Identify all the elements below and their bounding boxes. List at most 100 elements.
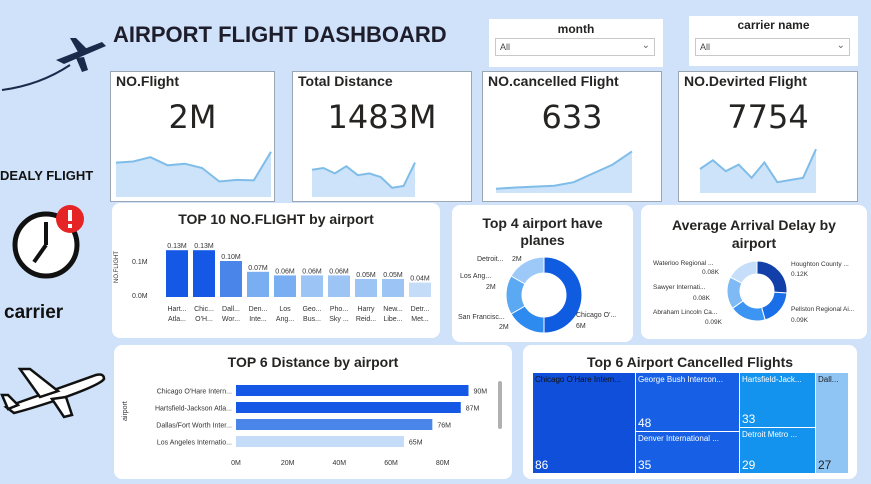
x-tick-label: 40M <box>333 460 347 467</box>
treemap-value: 33 <box>742 412 756 426</box>
treemap-label: Chicago O'Hare Intern... <box>535 375 622 384</box>
donut-slice <box>760 291 788 321</box>
donut-value: 0.08K <box>702 269 719 276</box>
bar <box>328 275 350 297</box>
sparkline-area <box>116 151 271 197</box>
bar-plot-area: 0.13M Hart... Atla... 0.13M Chic... O'H... 0.1… <box>164 233 434 329</box>
donut-value: 6M <box>576 323 586 330</box>
plane-logo-icon <box>0 30 110 95</box>
avg-delay-card: Average Arrival Delay by airport Waterlo… <box>641 205 867 339</box>
kpi-value: 633 <box>541 98 603 136</box>
x-tick-label: Harry <box>357 306 375 313</box>
donut-label: Los Ang... <box>460 273 492 280</box>
bar <box>301 275 323 297</box>
x-tick-label: New... <box>383 306 403 313</box>
treemap-value: 29 <box>742 458 756 472</box>
bar-data-label: 0.07M <box>248 265 268 272</box>
donut-label: Sawyer Internati... <box>653 284 706 291</box>
y-tick-label: Hartsfield-Jackson Atla... <box>155 406 232 413</box>
donut-slice <box>543 256 583 334</box>
top6-distance-card: TOP 6 Distance by airport airport Chicag… <box>114 345 512 479</box>
donut-value: 0.09K <box>705 319 722 326</box>
bar-data-label: 76M <box>437 423 451 430</box>
treemap-label: Hartsfield-Jack... <box>742 375 802 384</box>
month-slicer-label: month <box>557 22 595 36</box>
top10-flights-card: TOP 10 NO.FLIGHT by airport NO.FLIGHT 0.… <box>112 203 440 338</box>
bar <box>166 250 188 297</box>
treemap-value: 35 <box>638 458 652 472</box>
delay-flight-label: DEALY FLIGHT <box>0 168 94 183</box>
donut-label: Detroit... <box>477 256 504 263</box>
chevron-down-icon: ⌄ <box>641 40 650 51</box>
y-tick-label: Chicago O'Hare Intern... <box>157 389 232 396</box>
carrier-slicer[interactable]: carrier name All ⌄ <box>689 16 858 66</box>
x-tick-label: Sky ... <box>329 316 349 323</box>
chart-title: TOP 10 NO.FLIGHT by airport <box>178 211 374 227</box>
bar-data-label: 0.04M <box>410 276 430 283</box>
chart-title: Top 6 Airport Cancelled Flights <box>586 354 794 370</box>
x-tick-label: O'H... <box>195 316 213 323</box>
scrollbar[interactable] <box>498 381 502 429</box>
x-tick-label: Atla... <box>168 316 186 323</box>
bar <box>193 250 215 297</box>
bar-data-label: 0.13M <box>194 243 214 250</box>
treemap-cell[interactable]: Chicago O'Hare Intern... 86 <box>533 373 635 473</box>
chart-title: TOP 6 Distance by airport <box>227 354 399 370</box>
kpi-card-distance: Total Distance 1483M <box>292 71 472 202</box>
bar <box>236 419 433 430</box>
donut-slice <box>756 260 788 294</box>
x-tick-label: Bus... <box>303 316 321 323</box>
y-tick: 0.1M <box>132 259 148 266</box>
donut-value: 0.08K <box>693 295 710 302</box>
bar-data-label: 90M <box>474 389 488 396</box>
x-tick-label: 80M <box>436 460 450 467</box>
donut-label: Abraham Lincoln Ca... <box>653 309 718 316</box>
x-tick-label: Dall... <box>222 306 240 313</box>
treemap-label: Detroit Metro ... <box>742 430 798 439</box>
bar-data-label: 0.05M <box>383 272 403 279</box>
kpi-sparkline <box>311 162 416 197</box>
treemap-cell[interactable]: Dall... 27 <box>816 373 848 473</box>
donut-label: Chicago O'... <box>576 312 617 319</box>
bar-data-label: 0.05M <box>356 272 376 279</box>
y-tick: 0.0M <box>132 293 148 300</box>
treemap-cell[interactable]: Denver International ... 35 <box>636 432 739 473</box>
x-tick-label: 0M <box>231 460 241 467</box>
bar-data-label: 87M <box>466 406 480 413</box>
bar-data-label: 0.06M <box>329 268 349 275</box>
kpi-card-cancelled: NO.cancelled Flight 633 <box>482 71 662 202</box>
airplane-icon <box>0 365 108 420</box>
bar <box>236 402 461 413</box>
y-tick-label: Los Angeles Internatio... <box>157 440 232 447</box>
bar-data-label: 0.06M <box>275 268 295 275</box>
treemap-cell[interactable]: George Bush Intercon... 48 <box>636 373 739 431</box>
sparkline-area <box>312 162 415 197</box>
donut-chart <box>505 256 583 334</box>
chart-title: Average Arrival Delay by airport <box>672 217 836 251</box>
carrier-slicer-label: carrier name <box>737 18 810 32</box>
donut-label: Pellston Regional Ai... <box>791 306 855 313</box>
month-slicer[interactable]: month All ⌄ <box>489 19 663 67</box>
bar-data-label: 65M <box>409 440 423 447</box>
treemap-cell[interactable]: Detroit Metro ... 29 <box>740 428 815 473</box>
kpi-value: 7754 <box>727 98 809 136</box>
bar-data-label: 0.13M <box>167 243 187 250</box>
month-select[interactable]: All ⌄ <box>495 38 655 56</box>
treemap-value: 27 <box>818 458 832 472</box>
chart-title: Top 4 airport have planes <box>482 215 603 248</box>
donut-label: Waterloo Regional ... <box>653 260 714 267</box>
treemap-value: 86 <box>535 458 549 472</box>
x-tick-label: Ang... <box>276 316 294 323</box>
treemap-cell[interactable]: Hartsfield-Jack... 33 <box>740 373 815 427</box>
x-tick-label: Reid... <box>356 316 376 323</box>
treemap-value: 48 <box>638 416 652 430</box>
carrier-select[interactable]: All ⌄ <box>695 38 850 56</box>
bar <box>274 275 296 297</box>
y-tick-label: Dallas/Fort Worth Inter... <box>156 423 232 430</box>
donut-chart <box>726 260 788 322</box>
x-tick-label: 60M <box>384 460 398 467</box>
clock-icon <box>10 202 92 282</box>
kpi-title: NO.cancelled Flight <box>488 73 619 89</box>
donut-label: San Francisc... <box>458 314 505 321</box>
kpi-value: 2M <box>168 98 217 136</box>
